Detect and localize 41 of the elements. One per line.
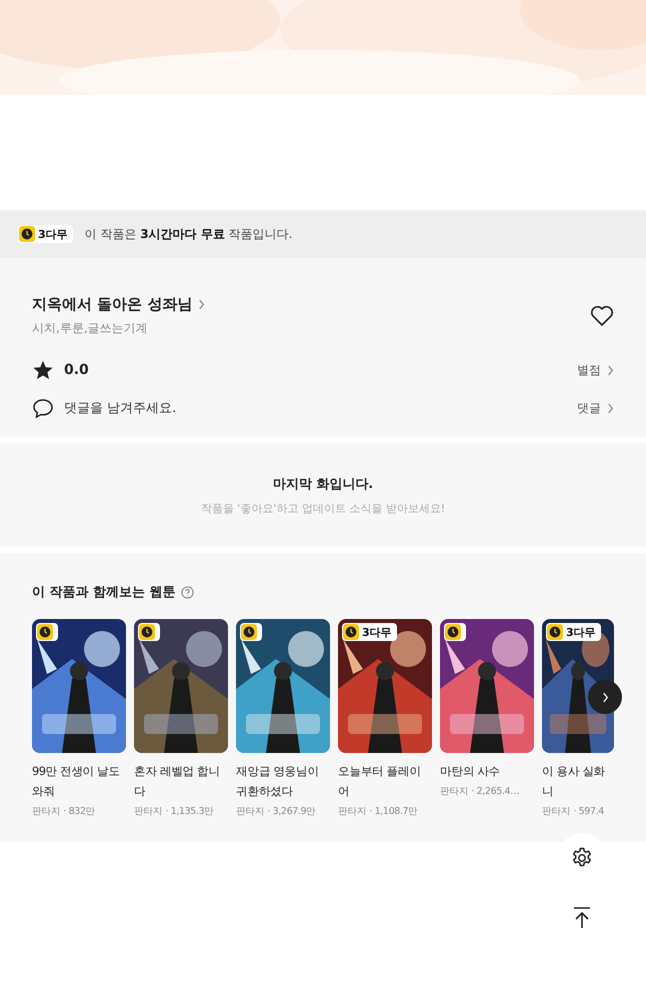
help-icon[interactable]: [180, 586, 194, 598]
webtoon-title[interactable]: 이 용사 실화니: [542, 761, 614, 801]
free-badge: 3다무: [342, 623, 397, 641]
webtoon-meta: 판타지 · 832만: [32, 805, 96, 818]
webtoon-title[interactable]: 재앙급 영웅님이 귀환하셨다: [236, 761, 330, 801]
webtoon-meta: 판타지 · 597.4: [542, 805, 605, 818]
heart-icon[interactable]: [590, 304, 614, 326]
arrow-up-icon: [571, 906, 593, 930]
authors-text: 시치,루룬,글쓰는기계: [32, 320, 149, 337]
comment-prompt[interactable]: 댓글을 남겨주세요.: [64, 399, 176, 417]
chevron-icon: [198, 299, 206, 310]
speech-bubble-icon: [32, 397, 54, 419]
clock-icon: [241, 624, 257, 640]
chevron-icon: [602, 692, 608, 702]
clock-icon: [547, 624, 563, 640]
notice-text: 이 작품은 3시간마다 무료 작품입니다.: [84, 226, 292, 242]
free-badge: 3다무: [18, 225, 73, 243]
webtoon-meta: 판타지 · 2,265.4…: [440, 785, 520, 798]
chevron-icon: [607, 402, 614, 414]
comments-link[interactable]: 댓글: [577, 400, 614, 416]
free-badge: 3다무: [546, 623, 601, 641]
webtoon-title[interactable]: 99만 전생이 날도와줘: [32, 761, 126, 801]
last-episode-subtitle: 작품을 '좋아요'하고 업데이트 소식을 받아보세요!: [200, 500, 446, 516]
clock-icon: [37, 624, 53, 640]
section-heading: 이 작품과 함께보는 웹툰: [32, 584, 176, 601]
webtoon-meta: 판타지 · 1,108.7만: [338, 805, 419, 818]
webtoon-meta: 판타지 · 1,135.3만: [134, 805, 215, 818]
clock-icon: [445, 624, 461, 640]
star-icon: [32, 359, 54, 381]
webtoon-meta: 판타지 · 3,267.9만: [236, 805, 317, 818]
clock-icon: [139, 624, 155, 640]
chevron-icon: [607, 364, 614, 376]
clock-icon: [19, 226, 35, 242]
webtoon-title[interactable]: 마탄의 사수: [440, 761, 534, 781]
last-episode-title: 마지막 화입니다.: [272, 476, 374, 492]
series-title-link[interactable]: 지옥에서 돌아온 성좌님: [32, 295, 206, 314]
webtoon-title[interactable]: 혼자 레벨업 합니다: [134, 761, 228, 801]
webtoon-title[interactable]: 오늘부터 플레이어: [338, 761, 432, 801]
rating-link[interactable]: 별점: [577, 362, 614, 378]
clock-icon: [343, 624, 359, 640]
rating-value: 0.0: [64, 362, 89, 378]
